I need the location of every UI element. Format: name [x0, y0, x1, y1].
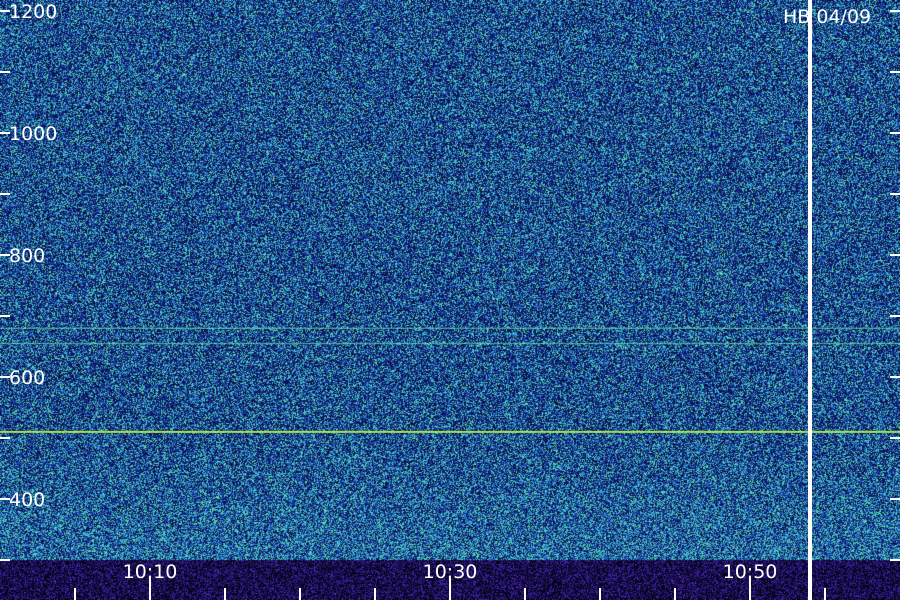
y-tick-label: 1200 — [9, 1, 57, 23]
y-tick-label: 1000 — [9, 123, 57, 145]
noise-field — [0, 0, 900, 600]
station-label: HB 04/09 — [783, 6, 871, 28]
y-tick-label: 400 — [9, 489, 45, 511]
x-tick-label: 10:50 — [723, 561, 778, 583]
y-tick-label: 800 — [9, 245, 45, 267]
spectrogram-noise — [0, 0, 900, 600]
x-tick-label: 10:30 — [423, 561, 478, 583]
x-tick-label: 10:10 — [123, 561, 178, 583]
y-tick-label: 600 — [9, 367, 45, 389]
spectrogram-chart: 400 600 800 1000 1200 10:10 10:30 10:50 HB 04/… — [0, 0, 900, 600]
